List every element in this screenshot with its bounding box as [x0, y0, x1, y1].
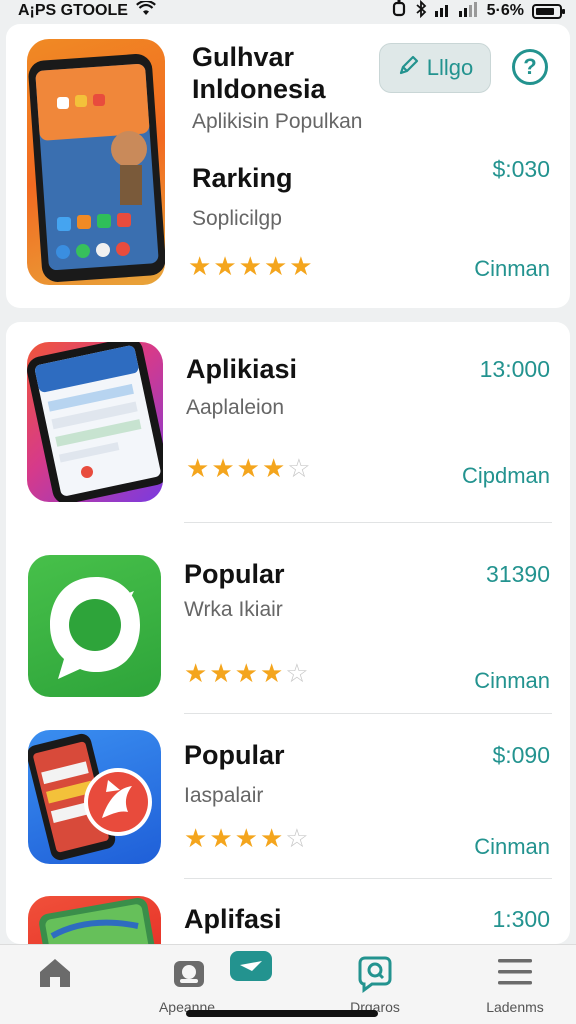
phone-fox-app-icon[interactable]	[28, 730, 161, 864]
star-filled-icon: ★	[289, 251, 313, 281]
app-get-button[interactable]: Cinman	[474, 668, 550, 694]
phone-app-icon[interactable]	[27, 342, 163, 502]
featured-title-line1: Gulhvar	[192, 42, 295, 72]
menu-icon	[496, 957, 534, 992]
star-filled-icon: ★	[186, 453, 210, 483]
home-indicator[interactable]	[186, 1010, 378, 1017]
featured-phone-app-icon[interactable]	[27, 39, 165, 285]
chat-app-icon[interactable]	[28, 555, 161, 697]
featured-title-line2: Inldonesia	[192, 74, 326, 104]
featured-get-button[interactable]: Cinman	[474, 256, 550, 282]
star-filled-icon: ★	[234, 823, 258, 853]
pencil-icon	[397, 53, 421, 83]
question-icon: ?	[523, 54, 537, 79]
help-button[interactable]: ?	[512, 49, 548, 85]
wifi-icon	[136, 0, 156, 22]
battery-text: 5·6%	[486, 2, 524, 19]
star-empty-icon: ☆	[285, 658, 309, 688]
app-subtitle: Aaplaleion	[186, 396, 285, 419]
star-filled-icon: ★	[236, 453, 260, 483]
app-price: 1:300	[492, 906, 550, 932]
featured-subtitle: Aplikisin Populkan	[192, 110, 363, 133]
star-filled-icon: ★	[234, 658, 258, 688]
app-price: $:090	[492, 742, 550, 768]
star-filled-icon: ★	[209, 658, 233, 688]
star-empty-icon: ☆	[287, 453, 311, 483]
featured-price: $:030	[492, 156, 550, 182]
star-filled-icon: ★	[209, 823, 233, 853]
star-filled-icon: ★	[261, 453, 286, 483]
app-get-button[interactable]: Cinman	[474, 834, 550, 860]
nav-label: Ladenms	[486, 999, 544, 1015]
featured-rating-stars: ★ ★ ★ ★ ★	[188, 253, 313, 279]
map-app-icon[interactable]	[28, 896, 161, 944]
app-rating-stars: ★ ★ ★ ★ ☆	[184, 825, 309, 851]
star-empty-icon: ☆	[285, 823, 309, 853]
ranking-label: Rarking	[192, 163, 293, 193]
message-icon	[228, 949, 274, 990]
battery-level	[536, 7, 554, 15]
app-price: 31390	[486, 561, 550, 587]
home-icon	[38, 957, 72, 994]
app-title: Aplikiasi	[186, 354, 298, 384]
battery-icon	[532, 3, 565, 19]
app-rating-stars: ★ ★ ★ ★ ☆	[184, 660, 309, 686]
search-chat-icon	[356, 955, 394, 998]
star-filled-icon: ★	[238, 251, 262, 281]
app-title: Aplifasi	[184, 904, 282, 934]
bluetooth-icon	[415, 0, 427, 23]
carrier-label: A¡PS GTOOLE	[18, 2, 128, 19]
featured-action-button[interactable]: Lllgo	[379, 43, 491, 93]
app-subtitle: Iaspalair	[184, 784, 264, 807]
nav-menu[interactable]: Ladenms	[460, 945, 570, 1024]
app-price: 13:000	[479, 356, 550, 382]
star-filled-icon: ★	[259, 658, 284, 688]
app-title: Popular	[184, 559, 285, 589]
star-filled-icon: ★	[211, 453, 235, 483]
star-filled-icon: ★	[184, 658, 208, 688]
ranking-subtitle: Soplicilgp	[192, 207, 282, 230]
signal-icon	[434, 1, 479, 22]
app-get-button[interactable]: Cipdman	[462, 463, 550, 489]
divider	[184, 522, 552, 523]
star-filled-icon: ★	[263, 251, 288, 281]
star-filled-icon: ★	[213, 251, 237, 281]
app-rating-stars: ★ ★ ★ ★ ☆	[186, 455, 311, 481]
star-filled-icon: ★	[259, 823, 284, 853]
divider	[184, 878, 552, 879]
star-filled-icon: ★	[184, 823, 208, 853]
star-filled-icon: ★	[188, 251, 212, 281]
status-bar: A¡PS GTOOLE 5·6%	[0, 0, 576, 22]
app-title: Popular	[184, 740, 285, 770]
alarm-icon	[391, 0, 407, 23]
nav-home[interactable]	[0, 945, 110, 1024]
featured-action-label: Lllgo	[426, 55, 474, 80]
divider	[184, 713, 552, 714]
app-subtitle: Wrka Ikiair	[184, 598, 283, 621]
